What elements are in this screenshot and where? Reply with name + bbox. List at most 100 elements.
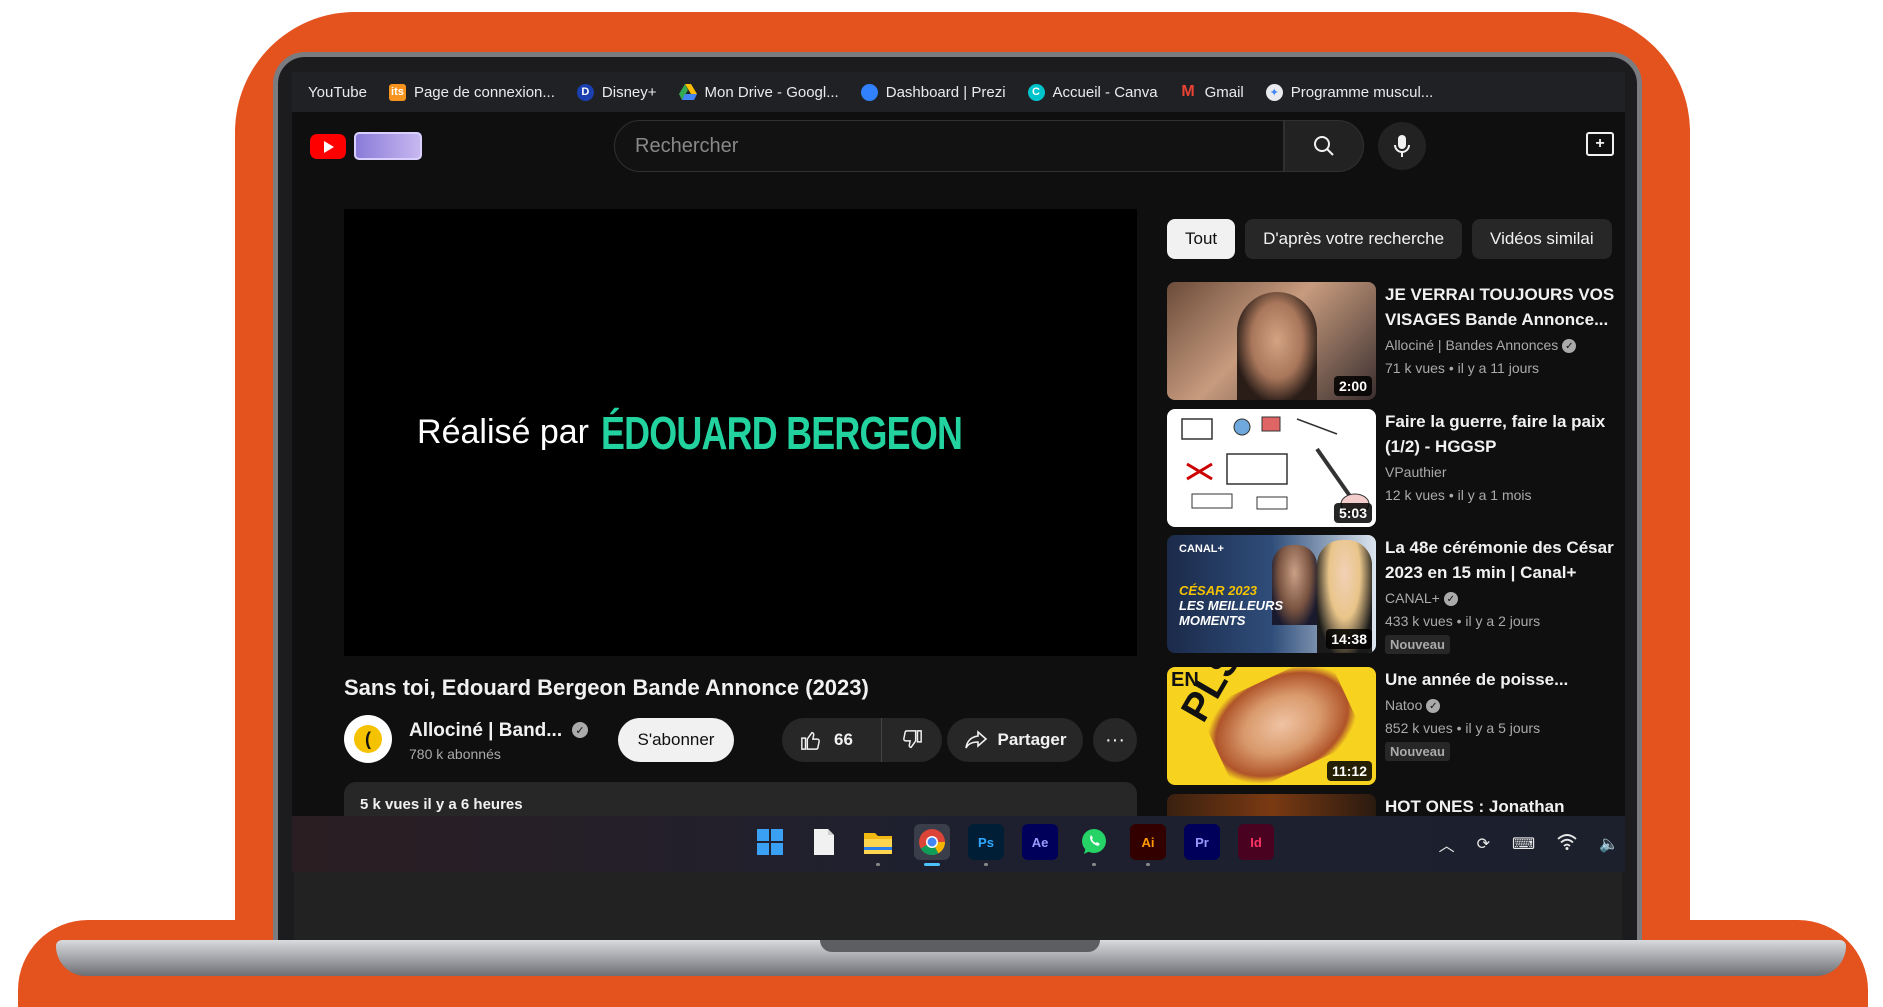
verified-icon: ✓	[1443, 592, 1458, 607]
bookmark-gmail[interactable]: M Gmail	[1180, 83, 1243, 101]
video-player[interactable]: Réalisé par ÉDOUARD BERGEON	[344, 209, 1137, 656]
after-effects-icon: Ae	[1031, 834, 1049, 850]
windows-logo-icon	[757, 829, 783, 855]
video-duration: 2:00	[1333, 376, 1372, 396]
thumbnail-person-left	[1272, 545, 1317, 625]
taskbar-chrome[interactable]	[914, 824, 950, 866]
like-dislike-group: 66	[782, 718, 942, 762]
taskbar-whatsapp[interactable]	[1076, 824, 1112, 866]
video-thumbnail[interactable]: 2:00	[1167, 282, 1376, 400]
subscribe-button[interactable]: S'abonner	[618, 718, 734, 762]
taskbar-running-indicator	[984, 863, 988, 866]
channel-avatar[interactable]: (	[344, 715, 392, 763]
search-button[interactable]	[1284, 120, 1364, 172]
bookmark-label: YouTube	[308, 83, 367, 101]
taskbar-premiere-pro[interactable]: Pr	[1184, 824, 1220, 860]
bookmark-youtube[interactable]: YouTube	[308, 84, 367, 101]
video-duration: 11:12	[1326, 761, 1372, 781]
youtube-logo-icon[interactable]	[310, 134, 346, 159]
verified-icon: ✓	[1562, 339, 1577, 354]
channel-name[interactable]: Allociné | Band...	[409, 720, 562, 742]
like-button[interactable]: 66	[782, 718, 882, 762]
taskbar-photoshop[interactable]: Ps	[968, 824, 1004, 866]
taskbar-indesign[interactable]: Id	[1238, 824, 1274, 860]
taskbar-after-effects[interactable]: Ae	[1022, 824, 1058, 860]
video-thumbnail[interactable]: CANAL+ CÉSAR 2023 LES MEILLEURS MOMENTS …	[1167, 535, 1376, 653]
share-icon	[964, 730, 987, 749]
youtube-header: Rechercher +	[292, 112, 1625, 182]
chip-all[interactable]: Tout	[1167, 219, 1236, 259]
view-count-date: 5 k vues il y a 6 heures	[360, 796, 523, 813]
thumbnail-text: LES MEILLEURS	[1179, 598, 1284, 613]
recommendation-item[interactable]: 5:03 Faire la guerre, faire la paix (1/2…	[1167, 409, 1617, 527]
bookmark-login-page[interactable]: its Page de connexion...	[388, 83, 555, 101]
chevron-up-icon[interactable]: ︿	[1439, 832, 1455, 856]
video-thumbnail[interactable]: EN PLS 11:12	[1167, 667, 1376, 785]
new-badge: Nouveau	[1385, 635, 1450, 654]
bookmark-prezi[interactable]: Dashboard | Prezi	[860, 83, 1006, 101]
notepad-icon	[814, 829, 834, 855]
chip-from-search[interactable]: D'après votre recherche	[1245, 219, 1463, 259]
dislike-button[interactable]	[882, 718, 942, 762]
its-icon: its	[388, 83, 406, 101]
video-duration: 14:38	[1326, 629, 1372, 649]
gmail-icon: M	[1181, 83, 1195, 100]
chrome-site-icon: ✦	[1265, 83, 1283, 101]
recommendation-title: La 48e cérémonie des César 2023 en 15 mi…	[1385, 538, 1614, 582]
subscriber-count: 780 k abonnés	[409, 746, 501, 762]
bookmark-canva[interactable]: C Accueil - Canva	[1027, 83, 1158, 101]
search-placeholder: Rechercher	[635, 134, 739, 157]
more-actions-button[interactable]: ···	[1093, 718, 1137, 762]
volume-icon[interactable]: 🔈	[1599, 834, 1619, 854]
bookmarks-bar: YouTube its Page de connexion... D Disne…	[292, 72, 1625, 112]
windows-start-button[interactable]	[752, 824, 788, 860]
recommendation-title: Faire la guerre, faire la paix (1/2) - H…	[1385, 412, 1606, 456]
thumbnail-canal-tag: CANAL+	[1179, 543, 1224, 555]
illustrator-icon: Ai	[1141, 834, 1155, 850]
bookmark-label: Mon Drive - Googl...	[704, 83, 839, 101]
laptop-notch	[820, 940, 1100, 952]
share-button[interactable]: Partager	[947, 718, 1083, 762]
recommendation-item[interactable]: 2:00 JE VERRAI TOUJOURS VOS VISAGES Band…	[1167, 282, 1617, 400]
whatsapp-icon	[1082, 829, 1106, 854]
thumbnail-text: CÉSAR 2023	[1179, 583, 1258, 598]
video-duration: 5:03	[1333, 503, 1372, 523]
windows-taskbar: Ps Ae Ai Pr Id ︿ ⟳ ⌨ 🔈	[292, 816, 1625, 872]
search-input[interactable]: Rechercher	[614, 120, 1284, 172]
bookmark-label: Dashboard | Prezi	[885, 83, 1006, 101]
credit-name: ÉDOUARD BERGEON	[601, 406, 963, 459]
chip-related[interactable]: Vidéos similai	[1472, 219, 1612, 259]
like-count: 66	[834, 730, 853, 749]
recommendation-channel: Allociné | Bandes Annonces ✓	[1385, 337, 1577, 354]
video-thumbnail[interactable]: 5:03	[1167, 409, 1376, 527]
laptop-screen: YouTube its Page de connexion... D Disne…	[292, 72, 1625, 872]
recommendation-item[interactable]: CANAL+ CÉSAR 2023 LES MEILLEURS MOMENTS …	[1167, 535, 1617, 654]
taskbar-file-explorer[interactable]	[860, 824, 896, 866]
folder-icon	[864, 833, 892, 854]
bookmark-programme[interactable]: ✦ Programme muscul...	[1265, 83, 1433, 101]
allocine-logo-icon: (	[354, 725, 382, 753]
premiere-pro-icon: Pr	[1195, 834, 1209, 850]
keyboard-icon[interactable]: ⌨	[1512, 834, 1535, 854]
verified-icon: ✓	[1426, 699, 1441, 714]
recommendation-item[interactable]: EN PLS 11:12 Une année de poisse... Nato…	[1167, 667, 1617, 785]
bookmark-disney[interactable]: D Disney+	[576, 83, 657, 101]
sync-icon[interactable]: ⟳	[1477, 834, 1490, 854]
taskbar-illustrator[interactable]: Ai	[1130, 824, 1166, 866]
taskbar-active-indicator	[924, 863, 940, 866]
create-video-button[interactable]: +	[1586, 132, 1614, 156]
bookmark-google-drive[interactable]: Mon Drive - Googl...	[678, 83, 839, 101]
recommendation-title: Une année de poisse...	[1385, 670, 1569, 689]
youtube-doodle-logo[interactable]	[354, 132, 422, 160]
photoshop-icon: Ps	[978, 834, 994, 850]
google-drive-icon	[678, 84, 697, 100]
microphone-icon	[1394, 135, 1410, 157]
prezi-icon	[860, 83, 878, 101]
video-frame: Réalisé par ÉDOUARD BERGEON	[344, 209, 1137, 656]
wifi-icon[interactable]	[1557, 833, 1577, 855]
voice-search-button[interactable]	[1378, 122, 1426, 170]
new-badge: Nouveau	[1385, 742, 1450, 761]
laptop-keyboard	[294, 870, 1622, 945]
taskbar-notepad[interactable]	[806, 824, 842, 860]
recommendation-meta: 12 k vues • il y a 1 mois	[1385, 487, 1532, 503]
